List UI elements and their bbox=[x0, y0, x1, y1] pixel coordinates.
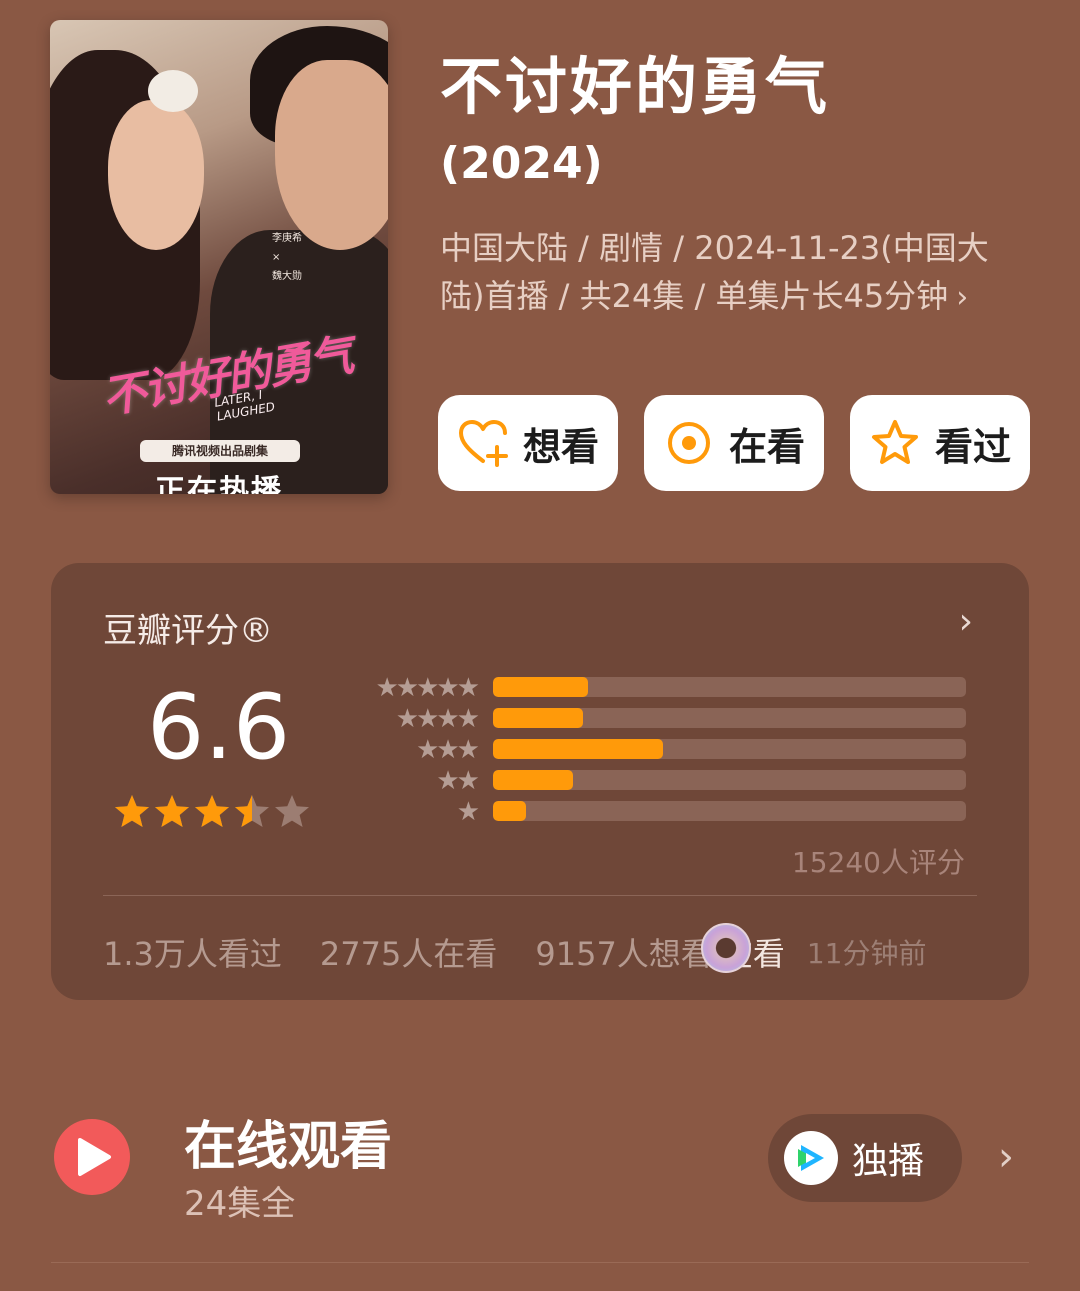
watch-stats: 1.3万人看过 2775人在看 9157人想看 在看 11分钟前 bbox=[103, 929, 977, 975]
distribution-bar-track bbox=[493, 739, 966, 759]
distribution-row-4: ★★★★ bbox=[351, 704, 971, 734]
target-circle-icon bbox=[667, 422, 710, 464]
online-watch-title[interactable]: 在线观看 bbox=[184, 1104, 392, 1179]
play-button[interactable] bbox=[54, 1119, 130, 1195]
poster-figure-boy-face bbox=[275, 60, 388, 250]
rating-score: 6.6 bbox=[147, 675, 291, 780]
distribution-row-5: ★★★★★ bbox=[351, 673, 971, 703]
poster-tag: 腾讯视频出品剧集 bbox=[140, 440, 300, 462]
distribution-stars-2: ★★ bbox=[436, 766, 480, 796]
want-to-watch-button[interactable]: 想看 bbox=[438, 395, 618, 491]
poster-status: 正在热播 bbox=[155, 474, 283, 494]
watched-label: 看过 bbox=[934, 424, 1011, 469]
vote-count: 15240人评分 bbox=[791, 846, 965, 879]
distribution-stars-5: ★★★★★ bbox=[375, 673, 480, 703]
user-avatar-sticker[interactable] bbox=[701, 923, 751, 973]
rating-card[interactable]: 豆瓣评分® › 6.6 ★★★★★ ★★★★ ★★★ ★★ ★ 15240人评分 1.3… bbox=[51, 563, 1029, 1000]
rating-stars bbox=[113, 793, 311, 831]
meta-info[interactable]: 中国大陆 / 剧情 / 2024-11-23(中国大陆)首播 / 共24集 / … bbox=[440, 224, 1020, 322]
star-icon bbox=[155, 795, 189, 827]
distribution-bar-track bbox=[493, 801, 966, 821]
poster-figure-girl-face bbox=[108, 100, 204, 250]
distribution-bar-fill bbox=[493, 677, 588, 697]
poster-cast-1: 李庚希 bbox=[272, 233, 302, 244]
poster-image[interactable]: 李庚希 × 魏大勋 不讨好的勇气 LATER, I LAUGHED 腾讯视频出品… bbox=[50, 20, 388, 494]
distribution-bar-fill bbox=[493, 801, 527, 821]
heart-plus-icon bbox=[458, 420, 508, 467]
distribution-stars-4: ★★★★ bbox=[395, 704, 480, 734]
watched-button[interactable]: 看过 bbox=[850, 395, 1030, 491]
divider bbox=[103, 895, 977, 896]
chevron-right-icon[interactable]: › bbox=[998, 1134, 1014, 1180]
distribution-row-3: ★★★ bbox=[351, 735, 971, 765]
poster-cast-x: × bbox=[272, 252, 281, 263]
star-icon bbox=[235, 795, 269, 827]
distribution-row-1: ★ bbox=[351, 797, 971, 827]
tencent-video-icon bbox=[784, 1131, 838, 1185]
stat-want: 9157人想看 bbox=[535, 935, 713, 973]
watching-button[interactable]: 在看 bbox=[644, 395, 824, 491]
rating-header: 豆瓣评分® bbox=[103, 611, 273, 651]
star-outline-icon bbox=[871, 420, 918, 464]
divider bbox=[51, 1262, 1029, 1263]
action-buttons: 想看 在看 看过 bbox=[438, 395, 1030, 491]
page-title: 不讨好的勇气 bbox=[440, 50, 831, 123]
distribution-bar-track bbox=[493, 677, 966, 697]
distribution-stars-3: ★★★ bbox=[416, 735, 480, 765]
distribution-bar-track bbox=[493, 770, 966, 790]
poster-cast: 李庚希 × 魏大勋 bbox=[272, 232, 342, 283]
meta-text: 中国大陆 / 剧情 / 2024-11-23(中国大陆)首播 / 共24集 / … bbox=[440, 229, 989, 315]
watching-label: 在看 bbox=[728, 424, 805, 469]
chevron-right-icon: › bbox=[956, 280, 969, 315]
stat-watched: 1.3万人看过 bbox=[103, 935, 282, 973]
distribution-bar-fill bbox=[493, 708, 583, 728]
distribution-stars-1: ★ bbox=[456, 797, 480, 827]
online-watch-subtitle: 24集全 bbox=[184, 1184, 296, 1224]
star-icon bbox=[275, 795, 309, 827]
star-icon bbox=[115, 795, 149, 827]
play-icon bbox=[78, 1138, 111, 1176]
poster-cast-2: 魏大勋 bbox=[272, 271, 302, 282]
distribution-bar-fill bbox=[493, 770, 574, 790]
poster-egg bbox=[148, 70, 198, 112]
last-update: 11分钟前 bbox=[806, 937, 927, 970]
distribution-row-2: ★★ bbox=[351, 766, 971, 796]
star-icon bbox=[195, 795, 229, 827]
stat-watching: 2775人在看 bbox=[319, 935, 498, 973]
platform-button[interactable]: 独播 bbox=[768, 1114, 962, 1202]
distribution-bar-track bbox=[493, 708, 966, 728]
chevron-right-icon[interactable]: › bbox=[959, 601, 973, 642]
release-year: (2024) bbox=[440, 138, 603, 189]
want-to-watch-label: 想看 bbox=[522, 424, 599, 469]
distribution-bar-fill bbox=[493, 739, 664, 759]
platform-label: 独播 bbox=[852, 1141, 925, 1182]
